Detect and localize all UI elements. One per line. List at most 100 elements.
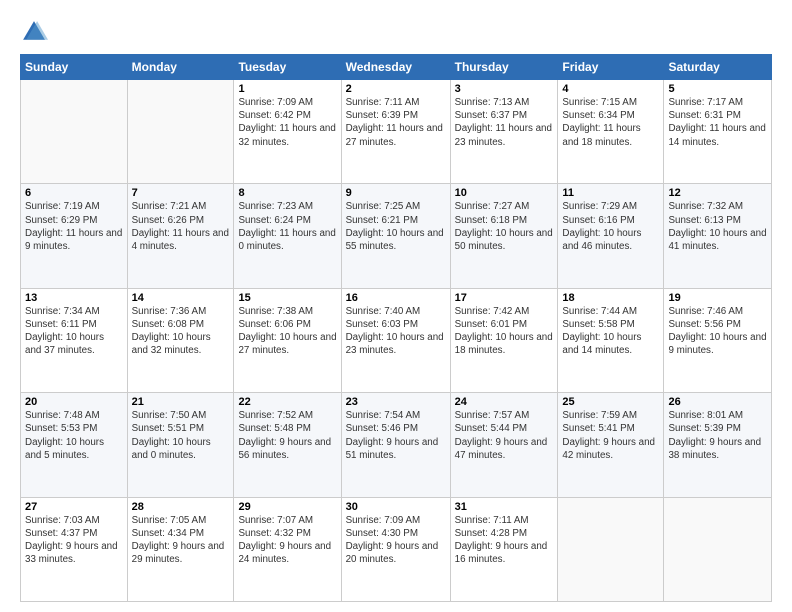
calendar-cell: 25Sunrise: 7:59 AMSunset: 5:41 PMDayligh…: [558, 393, 664, 497]
page: SundayMondayTuesdayWednesdayThursdayFrid…: [0, 0, 792, 612]
day-number: 31: [455, 501, 554, 513]
logo-icon: [20, 18, 48, 46]
day-number: 16: [346, 292, 446, 304]
calendar-cell: 9Sunrise: 7:25 AMSunset: 6:21 PMDaylight…: [341, 184, 450, 288]
day-detail: Sunrise: 7:57 AMSunset: 5:44 PMDaylight:…: [455, 409, 554, 462]
day-number: 7: [132, 187, 230, 199]
calendar-table: SundayMondayTuesdayWednesdayThursdayFrid…: [20, 54, 772, 602]
calendar-cell: 11Sunrise: 7:29 AMSunset: 6:16 PMDayligh…: [558, 184, 664, 288]
day-detail: Sunrise: 7:52 AMSunset: 5:48 PMDaylight:…: [238, 409, 336, 462]
day-number: 26: [668, 396, 767, 408]
calendar-header-saturday: Saturday: [664, 55, 772, 80]
day-number: 13: [25, 292, 123, 304]
calendar-cell: 1Sunrise: 7:09 AMSunset: 6:42 PMDaylight…: [234, 80, 341, 184]
calendar-cell: 22Sunrise: 7:52 AMSunset: 5:48 PMDayligh…: [234, 393, 341, 497]
day-number: 21: [132, 396, 230, 408]
calendar-week-4: 20Sunrise: 7:48 AMSunset: 5:53 PMDayligh…: [21, 393, 772, 497]
day-number: 23: [346, 396, 446, 408]
day-detail: Sunrise: 7:42 AMSunset: 6:01 PMDaylight:…: [455, 305, 554, 358]
day-number: 30: [346, 501, 446, 513]
calendar-cell: [558, 497, 664, 601]
day-number: 20: [25, 396, 123, 408]
calendar-cell: 3Sunrise: 7:13 AMSunset: 6:37 PMDaylight…: [450, 80, 558, 184]
day-detail: Sunrise: 7:13 AMSunset: 6:37 PMDaylight:…: [455, 96, 554, 149]
day-detail: Sunrise: 7:46 AMSunset: 5:56 PMDaylight:…: [668, 305, 767, 358]
day-detail: Sunrise: 7:23 AMSunset: 6:24 PMDaylight:…: [238, 200, 336, 253]
day-detail: Sunrise: 7:15 AMSunset: 6:34 PMDaylight:…: [562, 96, 659, 149]
calendar-cell: 28Sunrise: 7:05 AMSunset: 4:34 PMDayligh…: [127, 497, 234, 601]
calendar-cell: 31Sunrise: 7:11 AMSunset: 4:28 PMDayligh…: [450, 497, 558, 601]
calendar-cell: 8Sunrise: 7:23 AMSunset: 6:24 PMDaylight…: [234, 184, 341, 288]
day-number: 22: [238, 396, 336, 408]
day-detail: Sunrise: 7:34 AMSunset: 6:11 PMDaylight:…: [25, 305, 123, 358]
calendar-week-3: 13Sunrise: 7:34 AMSunset: 6:11 PMDayligh…: [21, 288, 772, 392]
calendar-cell: [664, 497, 772, 601]
day-detail: Sunrise: 7:32 AMSunset: 6:13 PMDaylight:…: [668, 200, 767, 253]
day-number: 4: [562, 83, 659, 95]
calendar-header-tuesday: Tuesday: [234, 55, 341, 80]
day-detail: Sunrise: 7:40 AMSunset: 6:03 PMDaylight:…: [346, 305, 446, 358]
day-detail: Sunrise: 7:03 AMSunset: 4:37 PMDaylight:…: [25, 514, 123, 567]
day-detail: Sunrise: 7:19 AMSunset: 6:29 PMDaylight:…: [25, 200, 123, 253]
calendar-header-friday: Friday: [558, 55, 664, 80]
calendar-header-monday: Monday: [127, 55, 234, 80]
day-detail: Sunrise: 7:09 AMSunset: 4:30 PMDaylight:…: [346, 514, 446, 567]
calendar-cell: 20Sunrise: 7:48 AMSunset: 5:53 PMDayligh…: [21, 393, 128, 497]
day-detail: Sunrise: 8:01 AMSunset: 5:39 PMDaylight:…: [668, 409, 767, 462]
day-number: 8: [238, 187, 336, 199]
day-detail: Sunrise: 7:38 AMSunset: 6:06 PMDaylight:…: [238, 305, 336, 358]
day-detail: Sunrise: 7:07 AMSunset: 4:32 PMDaylight:…: [238, 514, 336, 567]
day-detail: Sunrise: 7:05 AMSunset: 4:34 PMDaylight:…: [132, 514, 230, 567]
day-detail: Sunrise: 7:21 AMSunset: 6:26 PMDaylight:…: [132, 200, 230, 253]
day-detail: Sunrise: 7:48 AMSunset: 5:53 PMDaylight:…: [25, 409, 123, 462]
day-number: 5: [668, 83, 767, 95]
calendar-cell: 5Sunrise: 7:17 AMSunset: 6:31 PMDaylight…: [664, 80, 772, 184]
day-number: 25: [562, 396, 659, 408]
calendar-cell: 26Sunrise: 8:01 AMSunset: 5:39 PMDayligh…: [664, 393, 772, 497]
day-detail: Sunrise: 7:25 AMSunset: 6:21 PMDaylight:…: [346, 200, 446, 253]
day-number: 6: [25, 187, 123, 199]
calendar-week-2: 6Sunrise: 7:19 AMSunset: 6:29 PMDaylight…: [21, 184, 772, 288]
day-detail: Sunrise: 7:36 AMSunset: 6:08 PMDaylight:…: [132, 305, 230, 358]
calendar-cell: 15Sunrise: 7:38 AMSunset: 6:06 PMDayligh…: [234, 288, 341, 392]
day-detail: Sunrise: 7:44 AMSunset: 5:58 PMDaylight:…: [562, 305, 659, 358]
day-number: 11: [562, 187, 659, 199]
calendar-cell: 24Sunrise: 7:57 AMSunset: 5:44 PMDayligh…: [450, 393, 558, 497]
calendar-cell: 19Sunrise: 7:46 AMSunset: 5:56 PMDayligh…: [664, 288, 772, 392]
day-number: 28: [132, 501, 230, 513]
day-number: 2: [346, 83, 446, 95]
day-number: 14: [132, 292, 230, 304]
calendar-cell: 29Sunrise: 7:07 AMSunset: 4:32 PMDayligh…: [234, 497, 341, 601]
calendar-cell: 10Sunrise: 7:27 AMSunset: 6:18 PMDayligh…: [450, 184, 558, 288]
calendar-cell: 2Sunrise: 7:11 AMSunset: 6:39 PMDaylight…: [341, 80, 450, 184]
calendar-cell: 13Sunrise: 7:34 AMSunset: 6:11 PMDayligh…: [21, 288, 128, 392]
day-number: 3: [455, 83, 554, 95]
calendar-header-thursday: Thursday: [450, 55, 558, 80]
calendar-header-wednesday: Wednesday: [341, 55, 450, 80]
day-number: 24: [455, 396, 554, 408]
calendar-header-sunday: Sunday: [21, 55, 128, 80]
day-number: 17: [455, 292, 554, 304]
day-number: 27: [25, 501, 123, 513]
day-number: 12: [668, 187, 767, 199]
calendar-cell: 23Sunrise: 7:54 AMSunset: 5:46 PMDayligh…: [341, 393, 450, 497]
calendar-cell: 17Sunrise: 7:42 AMSunset: 6:01 PMDayligh…: [450, 288, 558, 392]
calendar-header-row: SundayMondayTuesdayWednesdayThursdayFrid…: [21, 55, 772, 80]
day-detail: Sunrise: 7:17 AMSunset: 6:31 PMDaylight:…: [668, 96, 767, 149]
calendar-cell: [127, 80, 234, 184]
day-detail: Sunrise: 7:50 AMSunset: 5:51 PMDaylight:…: [132, 409, 230, 462]
day-number: 18: [562, 292, 659, 304]
calendar-cell: 6Sunrise: 7:19 AMSunset: 6:29 PMDaylight…: [21, 184, 128, 288]
day-detail: Sunrise: 7:11 AMSunset: 4:28 PMDaylight:…: [455, 514, 554, 567]
day-number: 9: [346, 187, 446, 199]
calendar-cell: 12Sunrise: 7:32 AMSunset: 6:13 PMDayligh…: [664, 184, 772, 288]
calendar-cell: 7Sunrise: 7:21 AMSunset: 6:26 PMDaylight…: [127, 184, 234, 288]
calendar-cell: 16Sunrise: 7:40 AMSunset: 6:03 PMDayligh…: [341, 288, 450, 392]
calendar-cell: 14Sunrise: 7:36 AMSunset: 6:08 PMDayligh…: [127, 288, 234, 392]
day-number: 19: [668, 292, 767, 304]
day-number: 1: [238, 83, 336, 95]
day-number: 29: [238, 501, 336, 513]
calendar-cell: 18Sunrise: 7:44 AMSunset: 5:58 PMDayligh…: [558, 288, 664, 392]
day-detail: Sunrise: 7:59 AMSunset: 5:41 PMDaylight:…: [562, 409, 659, 462]
calendar-cell: [21, 80, 128, 184]
